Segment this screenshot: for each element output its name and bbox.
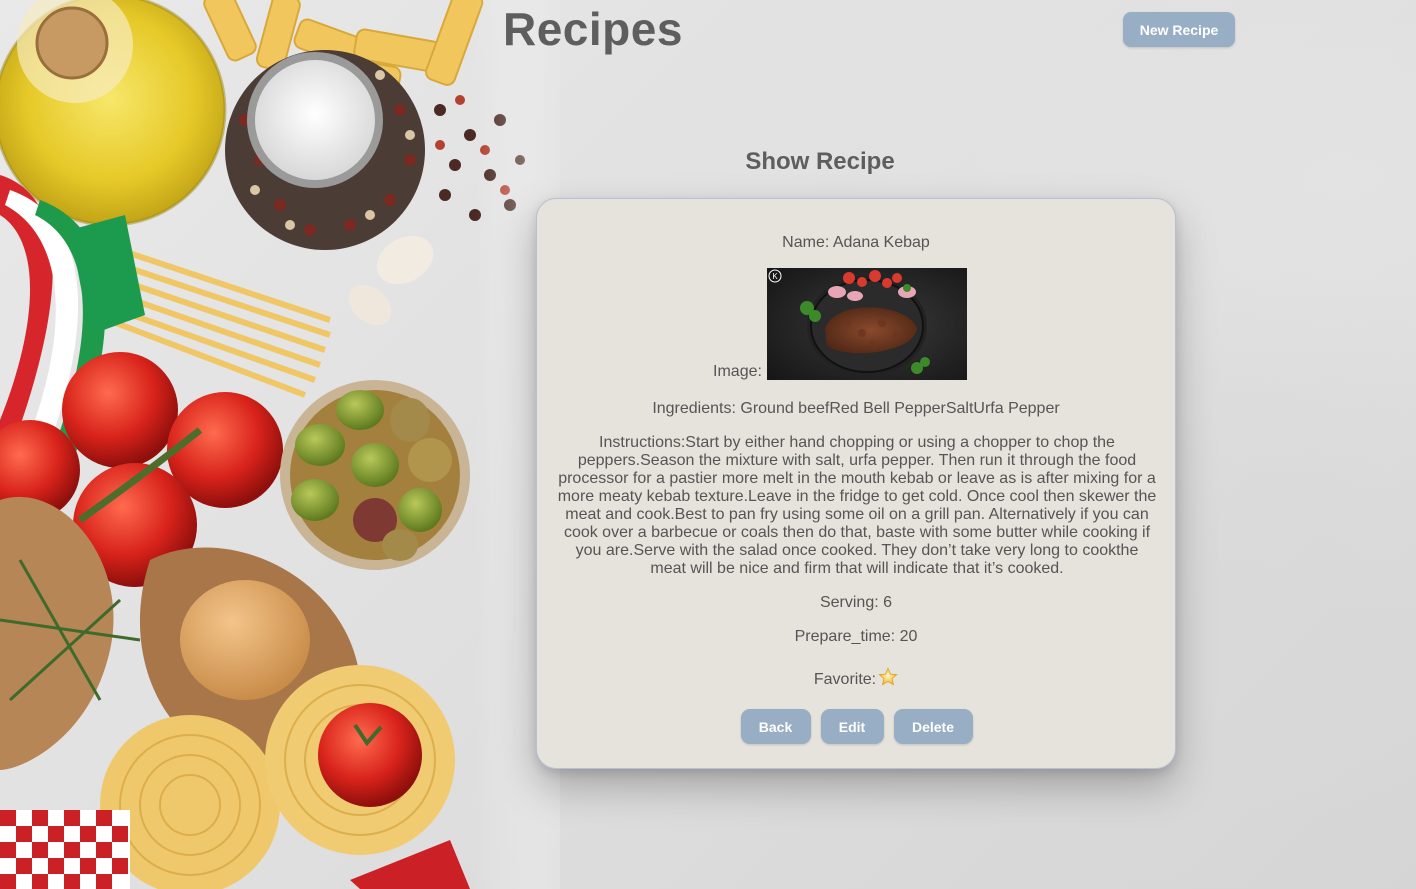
page-title: Show Recipe [745, 148, 895, 175]
back-button[interactable]: Back [740, 709, 811, 744]
image-watermark: K [772, 272, 778, 281]
recipe-card: Name: Adana Kebap Image: K Ingredients: … [536, 198, 1176, 769]
favorite-label: Favorite: [813, 670, 877, 688]
recipe-name: Name: Adana Kebap [782, 234, 930, 251]
edit-button[interactable]: Edit [820, 709, 884, 744]
app-title: Recipes [503, 3, 683, 55]
star-icon [878, 667, 898, 692]
recipe-actions: Back Edit Delete [537, 709, 1175, 744]
background-food-illustration [0, 0, 560, 889]
recipe-serving: Serving: 6 [819, 594, 893, 611]
recipe-instructions: Instructions:Start by either hand choppi… [557, 434, 1157, 577]
recipe-image-row: Image: K [521, 268, 1159, 380]
delete-button[interactable]: Delete [893, 709, 973, 744]
new-recipe-button[interactable]: New Recipe [1123, 12, 1235, 47]
image-label: Image: [713, 363, 762, 380]
recipe-prepare-time: Prepare_time: 20 [794, 628, 918, 645]
recipe-ingredients: Ingredients: Ground beefRed Bell PepperS… [652, 400, 1060, 417]
recipe-photo: K [766, 268, 967, 380]
recipe-favorite: Favorite: [537, 667, 1175, 692]
